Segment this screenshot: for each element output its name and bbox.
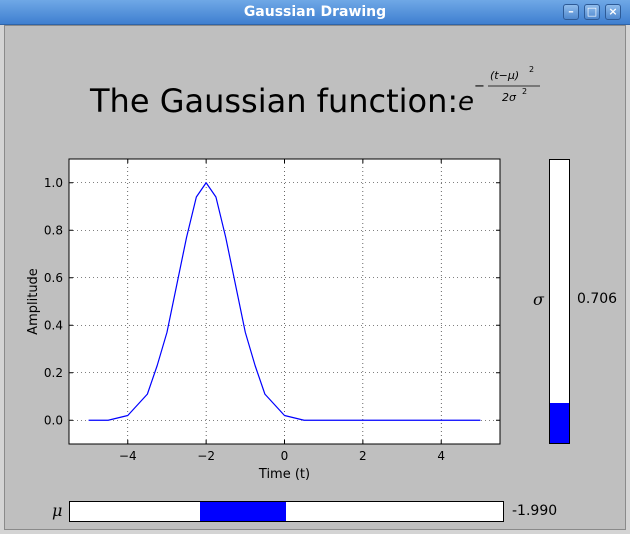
formula-base: e: [458, 87, 474, 117]
mu-label: μ: [52, 501, 63, 520]
minimize-button[interactable]: –: [563, 4, 579, 20]
minimize-icon: –: [568, 5, 574, 18]
formula-denominator: 2σ: [502, 91, 517, 104]
close-icon: ×: [608, 5, 618, 18]
gaussian-formula: e − (t−μ) 2 2σ 2: [458, 65, 540, 117]
mu-value: -1.990: [512, 503, 558, 519]
maximize-button[interactable]: □: [584, 4, 600, 20]
app-window: Gaussian Drawing – □ × The Gaussian func…: [0, 0, 630, 534]
formula-sign: −: [474, 79, 485, 94]
formula-numerator: (t−μ): [490, 69, 519, 82]
mu-slider[interactable]: [69, 501, 504, 522]
formula-numerator-exponent: 2: [529, 65, 534, 74]
sigma-label: σ: [533, 290, 544, 309]
maximize-icon: □: [586, 5, 598, 18]
sigma-slider[interactable]: [549, 159, 570, 444]
close-button[interactable]: ×: [605, 4, 621, 20]
sigma-value: 0.706: [577, 291, 618, 307]
formula-denominator-exponent: 2: [522, 87, 527, 96]
title-bar[interactable]: Gaussian Drawing – □ ×: [0, 0, 630, 25]
window-title: Gaussian Drawing: [243, 4, 387, 20]
mu-slider-fill: [199, 502, 287, 521]
sigma-slider-fill: [550, 403, 569, 443]
page-title: The Gaussian function:: [90, 82, 459, 120]
